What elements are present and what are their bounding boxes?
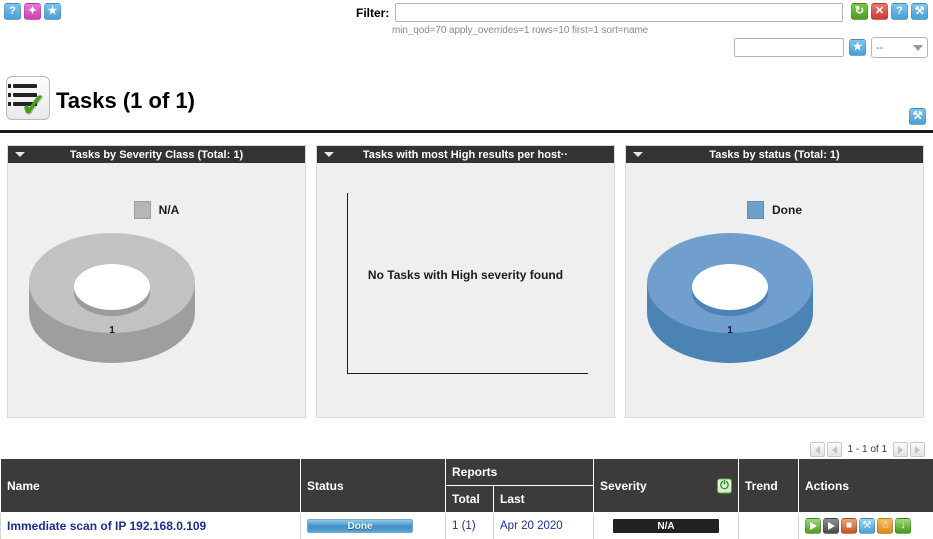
panel-title: Tasks by Severity Class (Total: 1) bbox=[70, 149, 243, 161]
cell-reports-total: 1 (1) bbox=[446, 513, 494, 539]
severity-power-icon[interactable]: ⏻ bbox=[717, 478, 732, 493]
donut-svg bbox=[640, 221, 820, 371]
legend-label: N/A bbox=[159, 203, 180, 217]
new-filter-icon[interactable]: ★ bbox=[44, 3, 61, 20]
filter-input[interactable] bbox=[395, 3, 843, 22]
status-badge[interactable]: Done bbox=[307, 519, 413, 533]
filter-select[interactable]: -- bbox=[871, 37, 928, 58]
panel-body: No Tasks with High severity found bbox=[317, 163, 614, 417]
chevron-down-icon[interactable] bbox=[15, 152, 25, 157]
task-name-link[interactable]: Immediate scan of IP 192.168.0.109 bbox=[7, 519, 206, 533]
donut-chart-severity[interactable]: 1 bbox=[22, 221, 202, 371]
edit-task-icon[interactable]: ⚒ bbox=[859, 518, 875, 534]
chart-legend: N/A bbox=[8, 201, 305, 219]
column-header-name[interactable]: Name bbox=[1, 459, 301, 513]
filter-select-value: -- bbox=[876, 42, 883, 54]
severity-bar: N/A bbox=[613, 519, 719, 533]
page-header: ✓ Tasks (1 of 1) ⚒ bbox=[0, 72, 933, 134]
column-header-severity-label: Severity bbox=[600, 479, 647, 493]
panel-header[interactable]: Tasks with most High results per host·· bbox=[317, 146, 614, 163]
save-filter-icon[interactable]: ★ bbox=[849, 39, 866, 56]
checkmark-icon: ✓ bbox=[20, 89, 47, 121]
legend-swatch bbox=[747, 201, 764, 219]
clone-task-icon[interactable]: ☃ bbox=[877, 518, 893, 534]
top-toolbar: ? ✦ ★ Filter: min_qod=70 apply_overrides… bbox=[0, 0, 933, 66]
cell-task-status: Done bbox=[301, 513, 446, 539]
chart-legend: Done bbox=[626, 201, 923, 219]
table-header-row-1: Name Status Reports Severity ⏻ Trend Act… bbox=[1, 459, 933, 486]
top-left-icon-group: ? ✦ ★ bbox=[4, 3, 61, 20]
refresh-icon[interactable]: ↻ bbox=[851, 3, 868, 20]
reports-last-link[interactable]: Apr 20 2020 bbox=[500, 520, 563, 532]
cell-task-name: Immediate scan of IP 192.168.0.109 bbox=[1, 513, 301, 539]
panel-title: Tasks with most High results per host·· bbox=[363, 149, 568, 161]
cell-trend bbox=[739, 513, 799, 539]
cell-reports-last: Apr 20 2020 bbox=[494, 513, 594, 539]
donut-value-label: 1 bbox=[109, 325, 115, 336]
reset-filter-icon[interactable]: ✕ bbox=[871, 3, 888, 20]
column-header-status[interactable]: Status bbox=[301, 459, 446, 513]
panel-tasks-most-high-results-per-host: Tasks with most High results per host·· … bbox=[316, 145, 615, 418]
filter-help-icon[interactable]: ? bbox=[891, 3, 908, 20]
panel-body: Done 1 bbox=[626, 163, 923, 417]
tasks-table-body: Immediate scan of IP 192.168.0.109 Done … bbox=[1, 513, 933, 539]
dashboard: Tasks by Severity Class (Total: 1) N/A 1 bbox=[7, 145, 926, 418]
column-header-reports-last[interactable]: Last bbox=[494, 486, 594, 513]
save-filter-row: ★ -- bbox=[734, 37, 928, 58]
delete-task-icon[interactable]: ■ bbox=[841, 518, 857, 534]
edit-dashboard-icon[interactable]: ⚒ bbox=[909, 108, 926, 125]
action-icon-group: ■ ⚒ ☃ ↓ bbox=[805, 518, 927, 534]
page-title: Tasks (1 of 1) bbox=[56, 88, 195, 114]
first-page-button[interactable] bbox=[810, 442, 825, 457]
column-header-reports: Reports bbox=[446, 459, 594, 486]
edit-filter-icon[interactable]: ⚒ bbox=[911, 3, 928, 20]
panel-tasks-by-severity-class: Tasks by Severity Class (Total: 1) N/A 1 bbox=[7, 145, 306, 418]
start-task-icon[interactable] bbox=[805, 518, 821, 534]
donut-svg bbox=[22, 221, 202, 371]
column-header-actions: Actions bbox=[799, 459, 933, 513]
filter-row: Filter: bbox=[356, 3, 856, 22]
wizard-icon[interactable]: ✦ bbox=[24, 3, 41, 20]
tasks-table-head: Name Status Reports Severity ⏻ Trend Act… bbox=[1, 459, 933, 513]
chevron-down-icon bbox=[913, 45, 923, 51]
cell-actions: ■ ⚒ ☃ ↓ bbox=[799, 513, 933, 539]
pagination-range: 1 - 1 of 1 bbox=[844, 444, 891, 455]
panel-body: N/A 1 bbox=[8, 163, 305, 417]
next-page-button[interactable] bbox=[893, 442, 908, 457]
export-task-icon[interactable]: ↓ bbox=[895, 518, 911, 534]
previous-page-button[interactable] bbox=[827, 442, 842, 457]
filter-description: min_qod=70 apply_overrides=1 rows=10 fir… bbox=[392, 25, 856, 36]
empty-chart-message: No Tasks with High severity found bbox=[317, 268, 614, 282]
legend-swatch bbox=[134, 201, 151, 219]
help-icon[interactable]: ? bbox=[4, 3, 21, 20]
filter-label: Filter: bbox=[356, 6, 389, 20]
filter-block: Filter: min_qod=70 apply_overrides=1 row… bbox=[356, 3, 856, 36]
resume-task-icon[interactable] bbox=[823, 518, 839, 534]
panel-title: Tasks by status (Total: 1) bbox=[709, 149, 839, 161]
tasks-list-icon: ✓ bbox=[6, 76, 50, 120]
last-page-button[interactable] bbox=[910, 442, 925, 457]
filter-name-input[interactable] bbox=[734, 38, 844, 57]
column-header-trend[interactable]: Trend bbox=[739, 459, 799, 513]
donut-value-label: 1 bbox=[727, 325, 733, 336]
filter-actions-group: ↻ ✕ ? ⚒ bbox=[851, 3, 928, 20]
panel-header[interactable]: Tasks by status (Total: 1) bbox=[626, 146, 923, 163]
tasks-table: Name Status Reports Severity ⏻ Trend Act… bbox=[0, 459, 933, 539]
chevron-down-icon[interactable] bbox=[324, 152, 334, 157]
column-header-severity[interactable]: Severity ⏻ bbox=[594, 459, 739, 513]
cell-severity: N/A bbox=[594, 513, 739, 539]
chevron-down-icon[interactable] bbox=[633, 152, 643, 157]
reports-total-link[interactable]: 1 (1) bbox=[452, 520, 476, 532]
panel-tasks-by-status: Tasks by status (Total: 1) Done 1 bbox=[625, 145, 924, 418]
panel-header[interactable]: Tasks by Severity Class (Total: 1) bbox=[8, 146, 305, 163]
column-header-reports-total[interactable]: Total bbox=[446, 486, 494, 513]
donut-chart-status[interactable]: 1 bbox=[640, 221, 820, 371]
pagination: 1 - 1 of 1 bbox=[810, 442, 925, 457]
legend-label: Done bbox=[772, 203, 802, 217]
title-divider bbox=[0, 130, 933, 133]
table-row: Immediate scan of IP 192.168.0.109 Done … bbox=[1, 513, 933, 539]
empty-chart-axes bbox=[347, 193, 588, 374]
